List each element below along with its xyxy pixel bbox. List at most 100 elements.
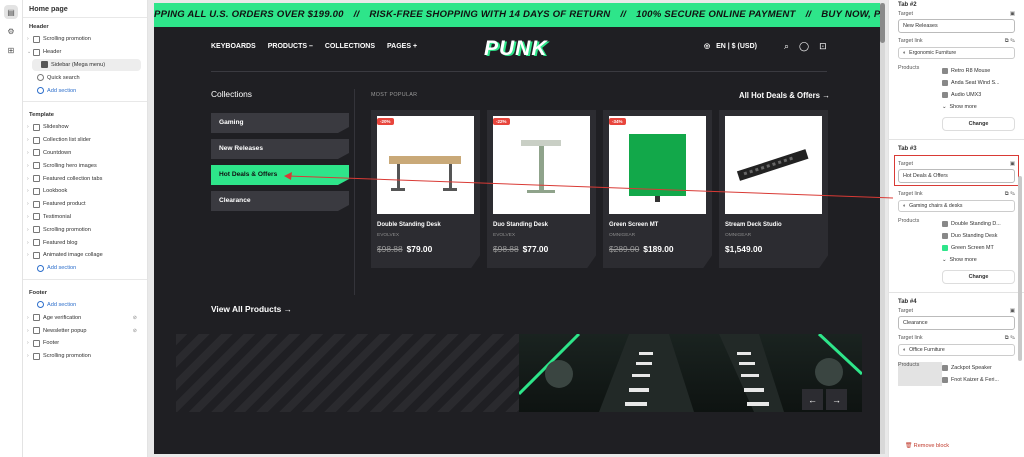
product-title[interactable]: Double Standing Desk (377, 222, 474, 228)
database-icon[interactable]: ▣ (1010, 161, 1015, 167)
target-link-picker[interactable]: ◐ Office Furniture (898, 344, 1015, 356)
change-button[interactable]: Change (942, 270, 1015, 284)
product-card[interactable]: -20% Double Standing Desk EVOLVEX $98.88 $79… (371, 110, 480, 268)
promo-text: // (620, 9, 627, 20)
section-item[interactable]: › Lookbook (23, 185, 147, 198)
nav-item[interactable]: PAGES + (387, 43, 417, 50)
target-link-label: Target link (898, 335, 923, 341)
section-item[interactable]: ⌄ Header (23, 46, 147, 59)
show-more-toggle[interactable]: ⌄ Show more (942, 101, 1015, 113)
section-item[interactable]: › Slideshow (23, 121, 147, 134)
section-item[interactable]: › Age verification ⊘ (23, 311, 147, 324)
compare-price: $289.00 (609, 244, 640, 254)
product-title[interactable]: Green Screen MT (609, 222, 706, 228)
product-image[interactable]: -20% (377, 116, 474, 214)
panel-scrollbar[interactable] (1018, 176, 1022, 361)
section-item[interactable]: › Newsletter popup ⊘ (23, 324, 147, 337)
section-icon (33, 123, 40, 131)
target-input[interactable]: Clearance (898, 316, 1015, 330)
next-arrow-icon[interactable]: → (826, 389, 847, 410)
add-section-button[interactable]: Add section (23, 84, 147, 97)
database-icon[interactable]: ▣ (1010, 11, 1015, 17)
block-settings-panel: Tab #2 Target ▣ New Releases Target link ⧉… (888, 0, 1024, 457)
product-thumb-icon (942, 80, 948, 86)
product-card[interactable]: -34% Green Screen MT OMNIGEAR $289.00 $189.0… (603, 110, 712, 268)
collection-tab[interactable]: Clearance (211, 191, 349, 211)
block-item[interactable]: Quick search (23, 71, 147, 84)
section-item[interactable]: › Featured blog (23, 236, 147, 249)
section-item[interactable]: › Testimonial (23, 211, 147, 224)
sale-price: $189.00 (643, 244, 674, 254)
search-icon[interactable]: ⌕ (784, 41, 789, 52)
gear-icon[interactable]: ⚙ (4, 24, 18, 38)
nav-item[interactable]: KEYBOARDS (211, 43, 256, 50)
remove-block-button[interactable]: 🗑 Remove block (905, 443, 949, 449)
product-thumb-icon (942, 245, 948, 251)
section-item[interactable]: › Scrolling promotion (23, 350, 147, 363)
nav-item[interactable]: COLLECTIONS (325, 43, 375, 50)
section-item[interactable]: › Scrolling promotion (23, 33, 147, 46)
tab2-heading: Tab #2 (898, 2, 917, 8)
collection-tabs: Gaming New Releases Hot Deals & Offers Clea… (211, 113, 349, 217)
product-card[interactable]: Stream Deck Studio OMNIGEAR $1,549.00 (719, 110, 828, 268)
sections-icon[interactable]: ▤ (4, 5, 18, 19)
section-item[interactable]: › Countdown (23, 147, 147, 160)
add-section-button[interactable]: Add section (23, 299, 147, 312)
hidden-eye-icon[interactable]: ⊘ (133, 328, 137, 334)
section-icon (33, 213, 40, 221)
product-image[interactable]: -34% (609, 116, 706, 214)
product-title[interactable]: Duo Standing Desk (493, 222, 590, 228)
link-actions-icon[interactable]: ⧉ ✎ (1005, 191, 1015, 198)
section-item[interactable]: › Featured product (23, 198, 147, 211)
section-item[interactable]: › Featured collection tabs (23, 172, 147, 185)
template-group-label: Template (29, 111, 55, 118)
section-item[interactable]: › Scrolling hero images (23, 159, 147, 172)
view-all-products-link[interactable]: View All Products → (211, 304, 292, 314)
link-actions-icon[interactable]: ⧉ ✎ (1005, 38, 1015, 45)
product-thumb-icon (942, 377, 948, 383)
product-item: Fnot Kaizer & Feri... (942, 374, 1015, 386)
change-button[interactable]: Change (942, 117, 1015, 131)
section-item[interactable]: › Footer (23, 337, 147, 350)
show-more-toggle[interactable]: ⌄ Show more (942, 254, 1015, 266)
database-icon[interactable]: ▣ (1010, 308, 1015, 314)
product-image[interactable] (725, 116, 822, 214)
prev-arrow-icon[interactable]: ← (802, 389, 823, 410)
product-title[interactable]: Stream Deck Studio (725, 222, 822, 228)
target-input[interactable]: Hot Deals & Offers (898, 169, 1015, 183)
cart-icon[interactable]: ⊡ (819, 41, 827, 52)
apps-icon[interactable]: ⊞ (4, 43, 18, 57)
target-link-picker[interactable]: ◐ Ergonomic Furniture (898, 47, 1015, 59)
locale-selector[interactable]: ◎ EN | $ (USD) (704, 42, 757, 51)
store-logo[interactable]: PUNK (484, 37, 548, 61)
collection-tab[interactable]: Gaming (211, 113, 349, 133)
footer-group-label: Footer (29, 289, 48, 296)
section-item[interactable]: › Scrolling promotion (23, 223, 147, 236)
highlighted-target: Target ▣ Hot Deals & Offers (894, 155, 1019, 186)
target-link-picker[interactable]: ◐ Gaming chairs & desks (898, 200, 1015, 212)
all-hot-deals-link[interactable]: All Hot Deals & Offers → (739, 91, 830, 100)
product-vendor: OMNIGEAR (609, 233, 636, 238)
product-image[interactable]: -22% (493, 116, 590, 214)
account-icon[interactable]: ◯ (799, 41, 809, 52)
collection-tab[interactable]: New Releases (211, 139, 349, 159)
products-label: Products (898, 218, 920, 224)
section-icon (33, 339, 40, 347)
add-section-button[interactable]: Add section (23, 262, 147, 275)
section-item[interactable]: › Animated image collage (23, 249, 147, 262)
collection-tab[interactable]: Hot Deals & Offers (211, 165, 349, 185)
preview-scrollbar[interactable] (880, 3, 885, 454)
block-item-selected[interactable]: Sidebar (Mega menu) (32, 58, 141, 72)
section-item[interactable]: › Collection list slider (23, 134, 147, 147)
hidden-eye-icon[interactable]: ⊘ (133, 315, 137, 321)
plus-icon (37, 264, 44, 272)
search-icon (37, 74, 44, 82)
section-icon (33, 162, 40, 170)
target-input[interactable]: New Releases (898, 19, 1015, 33)
chevron-down-icon: ⌄ (942, 257, 947, 263)
link-actions-icon[interactable]: ⧉ ✎ (1005, 335, 1015, 342)
compare-price: $98.88 (493, 244, 519, 254)
product-card[interactable]: -22% Duo Standing Desk EVOLVEX $98.88 $77.00 (487, 110, 596, 268)
preview-canvas: PPING ALL U.S. ORDERS OVER $199.00 // RISK… (148, 0, 888, 457)
nav-item[interactable]: PRODUCTS – (268, 43, 313, 50)
